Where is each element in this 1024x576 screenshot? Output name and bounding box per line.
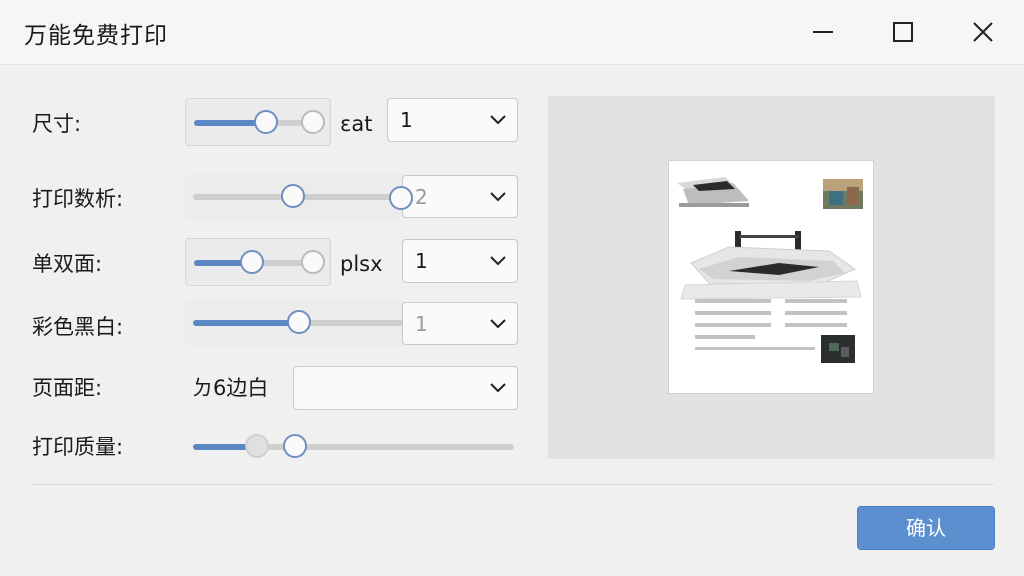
duplex-slider-box [185, 238, 331, 286]
duplex-select-value: 1 [415, 249, 428, 273]
chevron-down-icon [490, 256, 506, 266]
dialog-content: 尺寸: ɛat 1 打印数析: 2 单双面: plsx 1 彩色黑白: 1 页面… [0, 64, 1024, 576]
size-slider-secondary-thumb[interactable] [301, 110, 325, 134]
minimize-icon [813, 31, 833, 33]
preview-page-illustration [677, 177, 863, 363]
chevron-down-icon [490, 383, 506, 393]
color-label: 彩色黑白: [32, 315, 124, 339]
duplex-slider-thumb[interactable] [240, 250, 264, 274]
color-slider-thumb[interactable] [287, 310, 311, 334]
copies-select-value: 2 [415, 185, 428, 209]
quality-label: 打印质量: [32, 435, 124, 459]
chevron-down-icon [490, 319, 506, 329]
footer-divider [32, 484, 994, 485]
size-unit-text: ɛat [340, 112, 373, 136]
maximize-icon [893, 22, 913, 42]
size-select-value: 1 [400, 108, 413, 132]
size-slider-thumb[interactable] [254, 110, 278, 134]
close-button[interactable] [952, 0, 1014, 64]
margin-option-text: ㄉ6边白 [192, 376, 269, 400]
window-title: 万能免费打印 [24, 23, 168, 49]
size-select[interactable]: 1 [387, 98, 518, 142]
duplex-slider-secondary-thumb[interactable] [301, 250, 325, 274]
copies-select[interactable]: 2 [402, 175, 518, 218]
duplex-select[interactable]: 1 [402, 239, 518, 283]
duplex-label: 单双面: [32, 252, 103, 276]
color-select[interactable]: 1 [402, 302, 518, 345]
color-slider[interactable] [193, 310, 405, 334]
quality-slider-ghost-thumb [245, 434, 269, 458]
copies-slider-thumb[interactable] [281, 184, 305, 208]
chevron-down-icon [490, 115, 506, 125]
chevron-down-icon [490, 192, 506, 202]
photo-thumbnail-image [823, 179, 863, 209]
close-icon [973, 22, 993, 42]
confirm-button[interactable]: 确认 [857, 506, 995, 550]
margin-select[interactable] [293, 366, 518, 410]
size-label: 尺寸: [32, 112, 82, 136]
printer-illustration [680, 231, 862, 300]
title-bar: 万能免费打印 [0, 0, 1024, 65]
size-slider-box [185, 98, 331, 146]
minimize-button[interactable] [792, 0, 854, 64]
print-preview-panel [548, 96, 995, 459]
quality-slider[interactable] [193, 434, 514, 458]
copies-slider[interactable] [193, 184, 411, 208]
copies-slider-box [185, 174, 411, 220]
color-slider-box [185, 300, 405, 346]
preview-page [668, 160, 874, 394]
margin-label: 页面距: [32, 376, 103, 400]
copies-slider-end-thumb[interactable] [389, 186, 413, 210]
color-select-value: 1 [415, 312, 428, 336]
maximize-button[interactable] [872, 0, 934, 64]
printer-thumbnail-image [677, 177, 749, 207]
quality-slider-thumb[interactable] [283, 434, 307, 458]
copies-label: 打印数析: [32, 187, 124, 211]
duplex-unit-text: plsx [340, 252, 383, 276]
small-photo-image [821, 335, 855, 363]
